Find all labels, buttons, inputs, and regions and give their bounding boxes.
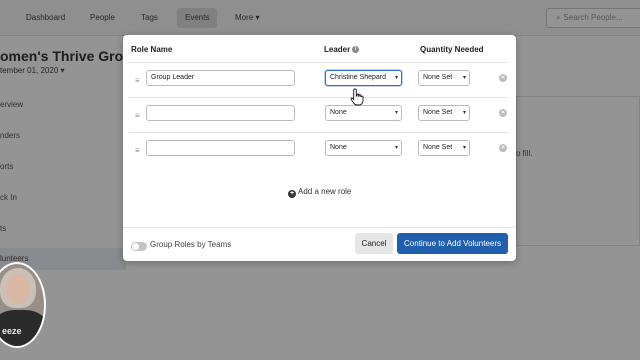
drag-handle-icon[interactable]: ≡ — [135, 147, 142, 155]
remove-role-icon[interactable]: ✕ — [499, 74, 507, 82]
drag-handle-icon[interactable]: ≡ — [135, 77, 142, 85]
leader-select-value: Christine Shepard — [330, 74, 387, 81]
chevron-down-icon: ▾ — [462, 145, 466, 151]
leader-select-value: None — [330, 109, 347, 116]
role-row: ≡ Group Leader Christine Shepard ▾ None S… — [129, 62, 509, 97]
quantity-select[interactable]: None Set ▾ — [418, 70, 470, 86]
quantity-select-value: None Set — [423, 74, 453, 81]
quantity-select[interactable]: None Set ▾ — [418, 140, 470, 156]
modal-footer: Group Roles by Teams Cancel Continue to … — [123, 227, 516, 261]
quantity-select-value: None Set — [423, 109, 453, 116]
chevron-down-icon: ▾ — [394, 110, 398, 116]
role-name-input[interactable] — [146, 105, 295, 121]
continue-button[interactable]: Continue to Add Volunteers — [397, 233, 508, 254]
remove-role-icon[interactable]: ✕ — [499, 144, 507, 152]
shirt-logo-text: eeze — [2, 326, 22, 336]
chevron-down-icon: ▾ — [394, 145, 398, 151]
plus-circle-icon: + — [288, 190, 296, 198]
quantity-select-value: None Set — [423, 144, 453, 151]
add-role-button[interactable]: + Add a new role — [288, 187, 351, 198]
leader-select[interactable]: None ▾ — [325, 105, 402, 121]
presenter-face — [6, 274, 30, 304]
volunteer-roles-modal: Role Name Leader i Quantity Needed ≡ Grou… — [123, 35, 516, 261]
chevron-down-icon: ▾ — [394, 75, 398, 81]
column-header-quantity: Quantity Needed — [420, 45, 484, 54]
info-icon[interactable]: i — [352, 46, 360, 54]
group-roles-toggle[interactable] — [131, 242, 147, 251]
column-header-leader: Leader i — [324, 45, 360, 54]
role-row: ≡ None ▾ None Set ▾ ✕ — [129, 97, 509, 132]
remove-role-icon[interactable]: ✕ — [499, 109, 507, 117]
role-row: ≡ None ▾ None Set ▾ ✕ — [129, 132, 509, 167]
role-name-input[interactable] — [146, 140, 295, 156]
leader-select[interactable]: None ▾ — [325, 140, 402, 156]
hand-pointer-cursor-icon — [350, 88, 364, 106]
leader-header-label: Leader — [324, 45, 351, 54]
quantity-select[interactable]: None Set ▾ — [418, 105, 470, 121]
add-role-label: Add a new role — [298, 187, 352, 196]
role-name-input[interactable]: Group Leader — [146, 70, 295, 86]
leader-select-value: None — [330, 144, 347, 151]
column-header-role-name: Role Name — [131, 45, 173, 54]
drag-handle-icon[interactable]: ≡ — [135, 112, 142, 120]
group-roles-toggle-label: Group Roles by Teams — [150, 240, 232, 249]
chevron-down-icon: ▾ — [462, 110, 466, 116]
cancel-button[interactable]: Cancel — [355, 233, 393, 254]
chevron-down-icon: ▾ — [462, 75, 466, 81]
leader-select[interactable]: Christine Shepard ▾ — [325, 70, 402, 86]
